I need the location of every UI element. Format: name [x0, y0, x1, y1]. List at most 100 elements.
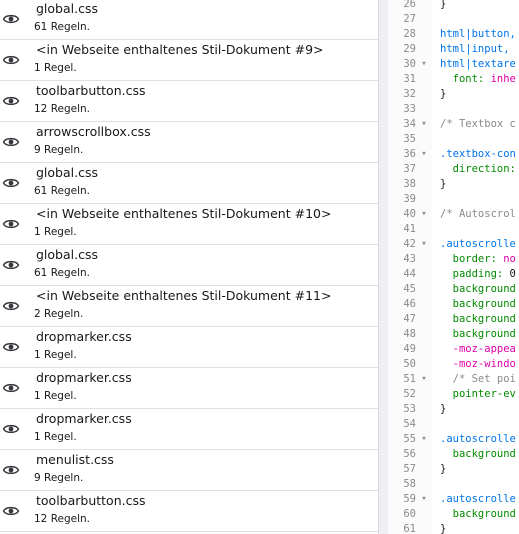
code-line[interactable]: .textbox-con [440, 148, 516, 160]
stylesheet-name[interactable]: global.css [36, 165, 98, 180]
code-token: background [440, 313, 516, 325]
code-line[interactable]: background [440, 313, 516, 325]
fold-toggle-icon[interactable]: ▾ [419, 59, 429, 69]
code-line[interactable]: } [440, 178, 446, 190]
eye-icon[interactable] [2, 339, 20, 353]
stylesheet-row[interactable]: global.css 61 Regeln. [0, 0, 378, 40]
eye-icon[interactable] [2, 175, 20, 189]
line-number: 43 [403, 253, 416, 265]
code-token: background [440, 448, 516, 460]
code-line[interactable]: html|textare [440, 58, 516, 70]
line-number: 41 [403, 223, 416, 235]
eye-icon[interactable] [2, 93, 20, 107]
code-line[interactable]: /* Autoscrol [440, 208, 516, 220]
code-token: no [503, 253, 516, 265]
code-line[interactable]: html|button, [440, 28, 516, 40]
code-token: html|input, [440, 43, 510, 55]
code-token: inhe [490, 73, 516, 85]
code-line[interactable]: padding: 0 [440, 268, 516, 280]
stylesheet-name[interactable]: dropmarker.css [36, 411, 132, 426]
code-line[interactable]: background [440, 283, 516, 295]
eye-icon[interactable] [2, 421, 20, 435]
eye-icon[interactable] [2, 216, 20, 230]
eye-icon[interactable] [2, 11, 20, 25]
code-line[interactable]: border: no [440, 253, 516, 265]
stylesheet-row[interactable]: dropmarker.css 1 Regel. [0, 327, 378, 368]
fold-toggle-icon[interactable]: ▾ [419, 119, 429, 129]
stylesheet-name[interactable]: menulist.css [36, 452, 114, 467]
stylesheet-row[interactable]: arrowscrollbox.css 9 Regeln. [0, 122, 378, 163]
fold-toggle-icon[interactable]: ▾ [419, 239, 429, 249]
code-line[interactable]: -moz-windo [440, 358, 516, 370]
stylesheet-row[interactable]: <in Webseite enthaltenes Stil-Dokument #… [0, 286, 378, 327]
code-token: .autoscrolle [440, 433, 516, 445]
stylesheet-name[interactable]: global.css [36, 1, 98, 16]
stylesheet-name[interactable]: <in Webseite enthaltenes Stil-Dokument #… [36, 42, 324, 57]
eye-icon[interactable] [2, 462, 20, 476]
panel-splitter[interactable] [378, 0, 388, 534]
line-number: 60 [403, 508, 416, 520]
code-line[interactable]: } [440, 523, 446, 534]
code-line[interactable]: direction: [440, 163, 516, 175]
code-line[interactable]: } [440, 403, 446, 415]
code-line[interactable]: background [440, 298, 516, 310]
line-number: 37 [403, 163, 416, 175]
css-source-editor[interactable]: 26 27 28 29 30 ▾ 31 32 33 34 ▾ 35 36 ▾ 37 38 39 40 ▾ 41 42 ▾ 4… [388, 0, 519, 534]
stylesheet-name[interactable]: global.css [36, 247, 98, 262]
stylesheet-name[interactable]: <in Webseite enthaltenes Stil-Dokument #… [36, 206, 331, 221]
code-line[interactable]: .autoscrolle [440, 238, 516, 250]
fold-toggle-icon[interactable]: ▾ [419, 374, 429, 384]
stylesheet-row[interactable]: menulist.css 9 Regeln. [0, 450, 378, 491]
line-number: 47 [403, 313, 416, 325]
fold-toggle-icon[interactable]: ▾ [419, 149, 429, 159]
eye-icon[interactable] [2, 380, 20, 394]
eye-icon[interactable] [2, 503, 20, 517]
stylesheet-name[interactable]: <in Webseite enthaltenes Stil-Dokument #… [36, 288, 331, 303]
stylesheet-row[interactable]: <in Webseite enthaltenes Stil-Dokument #… [0, 204, 378, 245]
stylesheet-row[interactable]: dropmarker.css 1 Regel. [0, 368, 378, 409]
code-line[interactable]: /* Set poi [440, 373, 516, 385]
code-line[interactable]: /* Textbox c [440, 118, 516, 130]
line-number: 51 [403, 373, 416, 385]
code-token: border: [440, 253, 504, 265]
stylesheet-name[interactable]: dropmarker.css [36, 370, 132, 385]
code-token: -moz- [440, 343, 485, 355]
stylesheet-row[interactable]: toolbarbutton.css 12 Regeln. [0, 81, 378, 122]
stylesheet-row[interactable]: <in Webseite enthaltenes Stil-Dokument #… [0, 40, 378, 81]
fold-toggle-icon[interactable]: ▾ [419, 209, 429, 219]
eye-icon[interactable] [2, 52, 20, 66]
stylesheet-row[interactable]: global.css 61 Regeln. [0, 163, 378, 204]
eye-icon[interactable] [2, 134, 20, 148]
code-line[interactable]: .autoscrolle [440, 433, 516, 445]
code-line[interactable]: html|input, [440, 43, 510, 55]
code-line[interactable]: font: inhe [440, 73, 516, 85]
line-number: 28 [403, 28, 416, 40]
stylesheet-name[interactable]: toolbarbutton.css [36, 83, 146, 98]
code-line[interactable]: } [440, 88, 446, 100]
code-token: windo [484, 358, 516, 370]
code-token: html|textare [440, 58, 516, 70]
code-line[interactable]: } [440, 0, 446, 10]
code-token: html|button, [440, 28, 516, 40]
code-line[interactable]: pointer-ev [440, 388, 516, 400]
code-line[interactable]: } [440, 463, 446, 475]
stylesheet-name[interactable]: dropmarker.css [36, 329, 132, 344]
code-line[interactable]: -moz-appea [440, 343, 516, 355]
stylesheet-row[interactable]: dropmarker.css 1 Regel. [0, 409, 378, 450]
stylesheet-row[interactable]: toolbarbutton.css 12 Regeln. [0, 491, 378, 532]
stylesheet-row[interactable]: global.css 61 Regeln. [0, 245, 378, 286]
stylesheet-rule-count: 61 Regeln. [34, 185, 91, 197]
stylesheet-name[interactable]: toolbarbutton.css [36, 493, 146, 508]
fold-toggle-icon[interactable]: ▾ [419, 494, 429, 504]
code-line[interactable]: background [440, 448, 516, 460]
line-number-gutter: 26 27 28 29 30 ▾ 31 32 33 34 ▾ 35 36 ▾ 37 38 39 40 ▾ 41 42 ▾ 4… [388, 0, 432, 534]
code-line[interactable]: background [440, 508, 516, 520]
eye-icon[interactable] [2, 298, 20, 312]
stylesheet-name[interactable]: arrowscrollbox.css [36, 124, 151, 139]
line-number: 56 [403, 448, 416, 460]
code-token: .textbox-con [440, 148, 516, 160]
code-line[interactable]: .autoscrolle [440, 493, 516, 505]
fold-toggle-icon[interactable]: ▾ [419, 434, 429, 444]
eye-icon[interactable] [2, 257, 20, 271]
code-line[interactable]: background [440, 328, 516, 340]
